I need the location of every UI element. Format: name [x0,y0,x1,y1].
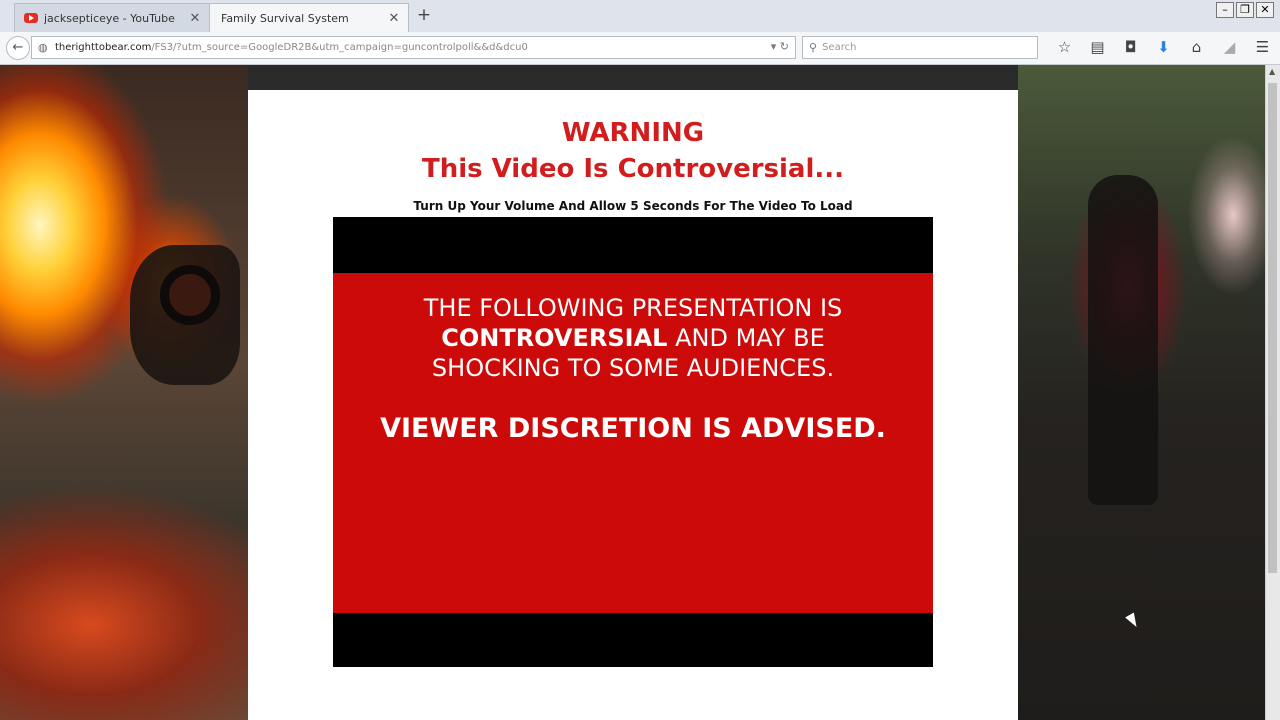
crowd-figure-shape [1088,175,1158,505]
warning-heading: WARNING This Video Is Controversial... [248,115,1018,187]
tire-shape [160,265,220,325]
download-icon[interactable]: ⬇ [1147,38,1180,56]
close-tab-icon[interactable]: ✕ [386,11,402,26]
tab-title: jacksepticeye - YouTube [44,11,175,25]
nav-bar: ← ◍ therighttobear.com /FS3/?utm_source=… [0,32,1280,65]
scroll-up-arrow-icon[interactable]: ▲ [1269,67,1275,76]
content-card: WARNING This Video Is Controversial... T… [248,90,1018,720]
background-fire-image [0,65,248,720]
pocket-icon[interactable]: ◘ [1114,38,1147,56]
video-message: THE FOLLOWING PRESENTATION IS CONTROVERS… [333,293,933,383]
video-line-2-rest: AND MAY BE [667,324,825,352]
home-icon[interactable]: ⌂ [1180,38,1213,56]
viewer-discretion-text: VIEWER DISCRETION IS ADVISED. [380,413,886,444]
tab-family-survival[interactable]: Family Survival System ✕ [209,3,409,32]
bookmark-star-icon[interactable]: ☆ [1048,38,1081,56]
youtube-icon [24,13,38,23]
menu-icon[interactable]: ☰ [1246,38,1279,56]
video-line-1: THE FOLLOWING PRESENTATION IS [423,294,843,322]
page-scrollbar[interactable]: ▲ [1265,65,1280,720]
globe-icon: ◍ [38,40,48,54]
scrollbar-thumb[interactable] [1268,83,1277,573]
toolbar-icons: ☆ ▤ ◘ ⬇ ⌂ ◢ ☰ [1048,38,1279,56]
tab-youtube[interactable]: jacksepticeye - YouTube ✕ [14,3,210,32]
url-bar[interactable]: ◍ therighttobear.com /FS3/?utm_source=Go… [31,36,796,59]
video-line-2-bold: CONTROVERSIAL [441,324,668,352]
video-line-3: SHOCKING TO SOME AUDIENCES. [431,354,835,382]
search-icon: ⚲ [809,41,818,54]
tab-bar: jacksepticeye - YouTube ✕ Family Surviva… [0,0,1280,33]
video-line-2: CONTROVERSIAL AND MAY BE [333,323,933,353]
warning-line-1: WARNING [561,118,705,148]
close-window-button[interactable]: ✕ [1256,2,1274,18]
url-domain: therighttobear.com [55,42,152,53]
url-path: /FS3/?utm_source=GoogleDR2B&utm_campaign… [151,42,528,53]
search-placeholder: Search [822,42,857,53]
video-player[interactable]: THE FOLLOWING PRESENTATION IS CONTROVERS… [333,217,933,667]
back-button[interactable]: ← [6,36,30,60]
minimize-button[interactable]: – [1216,2,1234,18]
page-viewport: WARNING This Video Is Controversial... T… [0,65,1280,720]
new-tab-button[interactable]: + [414,5,434,25]
window-controls: – ❐ ✕ [1216,2,1274,18]
tab-title: Family Survival System [221,11,349,25]
volume-instruction: Turn Up Your Volume And Allow 5 Seconds … [413,199,853,213]
close-tab-icon[interactable]: ✕ [187,11,203,26]
warning-line-2: This Video Is Controversial... [421,154,845,184]
background-crowd-image [1018,65,1280,720]
search-input[interactable]: ⚲ Search [802,36,1038,59]
restore-button[interactable]: ❐ [1236,2,1254,18]
reload-icon[interactable]: ▾ ↻ [771,40,789,53]
bookmarks-list-icon[interactable]: ▤ [1081,38,1114,56]
send-icon[interactable]: ◢ [1213,38,1246,56]
